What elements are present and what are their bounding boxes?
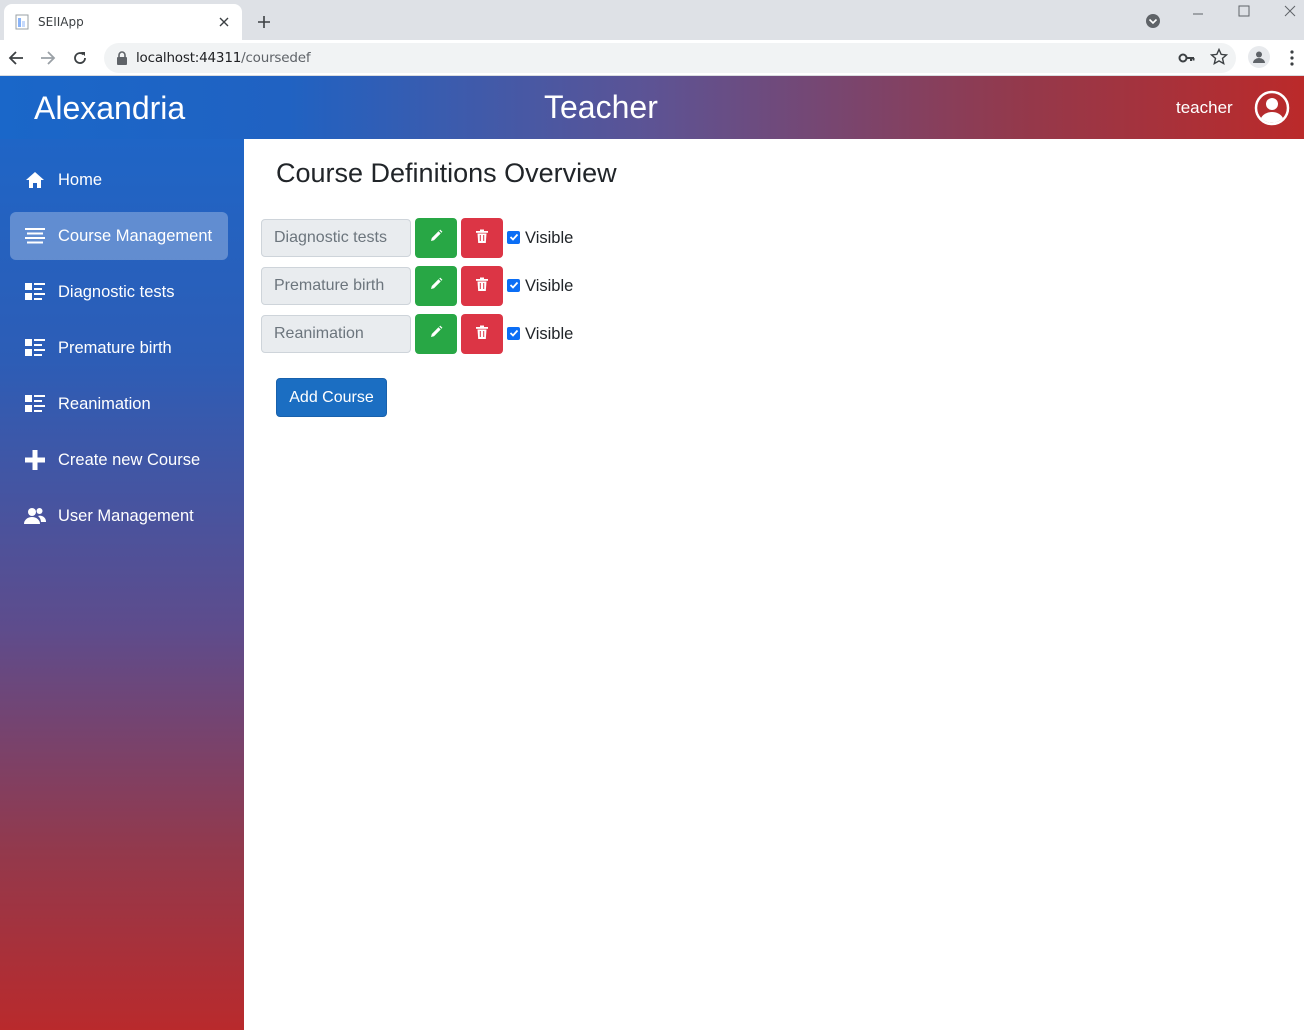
- sidebar-item-label: User Management: [58, 506, 194, 525]
- sidebar-item-home[interactable]: Home: [10, 156, 228, 204]
- course-row: Diagnostic tests Visible: [261, 218, 573, 258]
- tab-title: SEIIApp: [38, 15, 84, 29]
- course-row: Reanimation Visible: [261, 314, 573, 354]
- delete-course-button[interactable]: [461, 314, 503, 354]
- window-minimize-icon[interactable]: [1190, 4, 1206, 20]
- page-title: Course Definitions Overview: [276, 158, 617, 188]
- users-icon: [24, 505, 46, 527]
- sidebar-item-label: Course Management: [58, 226, 213, 245]
- edit-course-button[interactable]: [415, 314, 457, 354]
- plus-icon: [24, 449, 46, 471]
- grid-list-icon: [24, 281, 46, 303]
- window-maximize-icon[interactable]: [1236, 4, 1252, 20]
- edit-course-button[interactable]: [415, 218, 457, 258]
- lock-icon: [116, 51, 128, 65]
- course-name-field[interactable]: Premature birth: [261, 267, 411, 305]
- visible-toggle[interactable]: Visible: [507, 229, 573, 248]
- trash-icon: [476, 229, 488, 248]
- browser-toolbar: localhost:44311/coursedef: [0, 40, 1304, 76]
- trash-icon: [476, 277, 488, 296]
- visible-checkbox[interactable]: [507, 278, 520, 292]
- sidebar-item-label: Create new Course: [58, 450, 201, 469]
- visible-checkbox[interactable]: [507, 326, 520, 340]
- visible-label: Visible: [525, 276, 574, 295]
- trash-icon: [476, 325, 488, 344]
- sidebar-item-user-management[interactable]: User Management: [10, 492, 228, 540]
- url-host: localhost:44311: [136, 50, 242, 66]
- close-tab-icon[interactable]: [216, 14, 232, 30]
- brand-title[interactable]: Alexandria: [34, 90, 185, 127]
- page-favicon-icon: [14, 14, 30, 30]
- grid-list-icon: [24, 393, 46, 415]
- sidebar-item-label: Premature birth: [58, 338, 172, 357]
- sidebar-item-premature-birth[interactable]: Premature birth: [10, 324, 228, 372]
- visible-label: Visible: [525, 228, 574, 247]
- back-arrow-icon[interactable]: [5, 47, 27, 69]
- pencil-icon: [429, 277, 443, 296]
- app-header: Alexandria Teacher teacher: [0, 76, 1304, 139]
- sidebar: Home Course Management Diagnostic tests …: [0, 139, 244, 1030]
- pencil-icon: [429, 229, 443, 248]
- url-text: localhost:44311/coursedef: [136, 50, 311, 66]
- course-name-field[interactable]: Diagnostic tests: [261, 219, 411, 257]
- sidebar-item-course-management[interactable]: Course Management: [10, 212, 228, 260]
- user-account-icon[interactable]: [1254, 90, 1290, 126]
- grid-list-icon: [24, 337, 46, 359]
- key-icon[interactable]: [1178, 49, 1196, 67]
- visible-toggle[interactable]: Visible: [507, 325, 573, 344]
- course-name-field[interactable]: Reanimation: [261, 315, 411, 353]
- course-row: Premature birth Visible: [261, 266, 573, 306]
- delete-course-button[interactable]: [461, 266, 503, 306]
- tab-search-icon[interactable]: [1144, 12, 1162, 30]
- add-course-button[interactable]: Add Course: [276, 378, 387, 417]
- visible-checkbox[interactable]: [507, 230, 520, 244]
- list-icon: [24, 225, 46, 247]
- new-tab-icon[interactable]: [252, 10, 276, 34]
- delete-course-button[interactable]: [461, 218, 503, 258]
- username-label[interactable]: teacher: [1176, 98, 1233, 118]
- home-icon: [24, 169, 46, 191]
- sidebar-item-create-new-course[interactable]: Create new Course: [10, 436, 228, 484]
- sidebar-item-label: Diagnostic tests: [58, 282, 175, 301]
- visible-toggle[interactable]: Visible: [507, 277, 573, 296]
- browser-menu-icon[interactable]: [1284, 48, 1300, 68]
- visible-label: Visible: [525, 324, 574, 343]
- forward-arrow-icon[interactable]: [37, 47, 59, 69]
- profile-avatar-icon[interactable]: [1248, 46, 1270, 68]
- sidebar-item-reanimation[interactable]: Reanimation: [10, 380, 228, 428]
- window-close-icon[interactable]: [1282, 4, 1298, 20]
- role-title: Teacher: [544, 89, 658, 125]
- sidebar-item-label: Reanimation: [58, 394, 151, 413]
- sidebar-item-label: Home: [58, 170, 103, 189]
- reload-icon[interactable]: [69, 47, 91, 69]
- address-bar[interactable]: localhost:44311/coursedef: [104, 43, 1236, 73]
- sidebar-item-diagnostic-tests[interactable]: Diagnostic tests: [10, 268, 228, 316]
- bookmark-star-icon[interactable]: [1209, 47, 1229, 66]
- pencil-icon: [429, 325, 443, 344]
- url-path: /coursedef: [241, 50, 311, 66]
- edit-course-button[interactable]: [415, 266, 457, 306]
- browser-tab[interactable]: SEIIApp: [4, 4, 242, 40]
- browser-tab-strip: SEIIApp: [0, 0, 1304, 40]
